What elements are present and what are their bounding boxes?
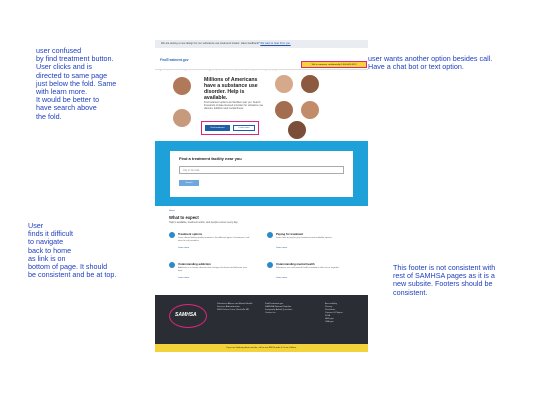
payment-icon bbox=[267, 232, 273, 238]
info-card: Understanding addiction Addiction is a c… bbox=[169, 262, 257, 288]
treatment-icon bbox=[169, 232, 175, 238]
hero-buttons-highlight: Find treatment Learn more bbox=[201, 121, 259, 135]
addiction-icon bbox=[169, 262, 175, 268]
banner-text: We are testing a new design for our subs… bbox=[161, 42, 260, 45]
hero-body: Find treatment options and facilities ne… bbox=[204, 101, 264, 110]
section-subtitle: Help is available, treatment works, and … bbox=[169, 221, 239, 224]
card-body: Addiction is a chronic disease that chan… bbox=[178, 267, 248, 272]
hero-title: Millions of Americans have a substance u… bbox=[204, 77, 258, 101]
mental-health-icon bbox=[267, 262, 273, 268]
footer-column[interactable]: FindTreatment.gov SAMHSA National Helpli… bbox=[265, 303, 313, 315]
person-photo bbox=[173, 109, 191, 127]
info-card: Paying for treatment Learn how to pay fo… bbox=[267, 232, 355, 258]
card-body: Substance use and mental health conditio… bbox=[276, 267, 340, 269]
banner-link[interactable]: We want to hear from you. bbox=[260, 42, 290, 45]
person-photo bbox=[301, 101, 319, 119]
helpline-button[interactable]: Talk to someone confidentially 1-800-662… bbox=[301, 61, 367, 68]
feedback-banner: We are testing a new design for our subs… bbox=[155, 40, 368, 48]
learn-more-button[interactable]: Learn more bbox=[233, 125, 255, 131]
website-screenshot: We are testing a new design for our subs… bbox=[155, 40, 368, 352]
annotation-top-right: user wants another option besides call. … bbox=[368, 54, 493, 72]
finder-card: Find a treatment facility near you City … bbox=[170, 151, 353, 197]
annotation-bottom-right: This footer is not consistent with rest … bbox=[393, 263, 496, 297]
site-logo[interactable]: FindTreatment.gov bbox=[160, 58, 189, 62]
section-title: What to expect bbox=[169, 215, 199, 220]
card-link[interactable]: Learn more bbox=[178, 247, 189, 249]
person-photo bbox=[275, 75, 293, 93]
card-link[interactable]: Learn more bbox=[178, 277, 189, 279]
card-link[interactable]: Learn more bbox=[276, 277, 287, 279]
search-button[interactable]: Search bbox=[179, 180, 199, 186]
annotation-bottom-left: User finds it difficult to navigate back… bbox=[28, 221, 117, 280]
samhsa-logo[interactable]: SAMHSA bbox=[175, 312, 197, 318]
site-header: FindTreatment.gov Talk to someone confid… bbox=[155, 48, 368, 73]
person-photo bbox=[288, 121, 306, 139]
card-body: Learn how to pay for your treatment and … bbox=[276, 237, 333, 239]
hero-section: Millions of Americans have a substance u… bbox=[155, 71, 368, 139]
footer-column: Substance Abuse and Mental Health Servic… bbox=[217, 303, 253, 311]
info-card: Treatment options Learn about finding qu… bbox=[169, 232, 257, 258]
person-photo bbox=[173, 77, 191, 95]
card-title: Understanding addiction bbox=[178, 262, 211, 266]
annotation-top-left: user confused by find treatment button. … bbox=[36, 46, 117, 121]
info-card: Understanding mental health Substance us… bbox=[267, 262, 355, 288]
footer-logo-highlight: SAMHSA bbox=[169, 304, 207, 328]
person-photo bbox=[301, 75, 319, 93]
facility-finder-section: Find a treatment facility near you City … bbox=[155, 141, 368, 206]
what-to-expect-section: Home What to expect Help is available, t… bbox=[155, 206, 368, 292]
footer-column[interactable]: Accessibility Privacy Disclaimer Viewers… bbox=[325, 303, 361, 324]
person-photo bbox=[275, 101, 293, 119]
card-body: Learn about finding quality treatment, t… bbox=[178, 237, 250, 242]
card-title: Treatment options bbox=[178, 232, 203, 236]
breadcrumb-home-link[interactable]: Home bbox=[169, 210, 175, 212]
find-treatment-button[interactable]: Find treatment bbox=[205, 125, 230, 131]
site-footer: SAMHSA Substance Abuse and Mental Health… bbox=[155, 295, 368, 344]
crisis-lifeline-bar[interactable]: If you are thinking about suicide, call … bbox=[155, 344, 368, 352]
card-link[interactable]: Learn more bbox=[276, 247, 287, 249]
card-title: Paying for treatment bbox=[276, 232, 304, 236]
card-title: Understanding mental health bbox=[276, 262, 315, 266]
location-search-input[interactable]: City or zip code bbox=[179, 166, 344, 174]
finder-title: Find a treatment facility near you bbox=[179, 156, 242, 161]
